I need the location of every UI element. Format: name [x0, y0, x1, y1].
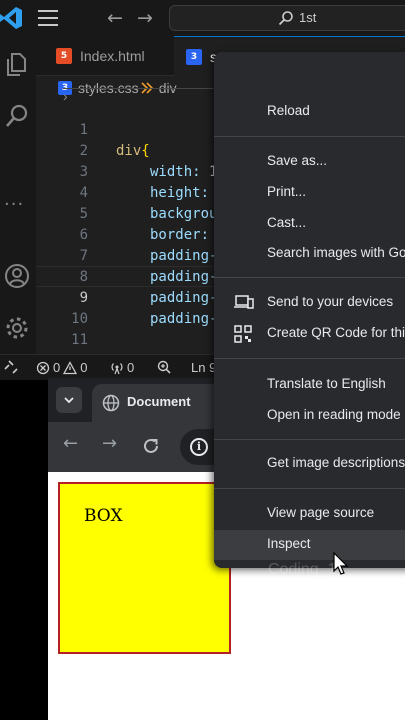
title-bar: ← → 1st [0, 0, 405, 36]
menu-divider [214, 136, 405, 137]
ports-indicator[interactable]: 0 [110, 360, 134, 375]
activity-bar: ··· [0, 36, 36, 354]
menu-item-inspect[interactable]: Inspect [214, 530, 405, 560]
menu-item-label: Inspect [267, 536, 311, 551]
tab-label: Index.html [80, 48, 145, 64]
command-center-search[interactable]: 1st [169, 5, 405, 31]
search-text: 1st [299, 10, 317, 25]
mouse-cursor-icon [333, 552, 349, 575]
back-arrow-icon[interactable]: ← [63, 433, 78, 454]
html5-file-icon: 5 [56, 48, 72, 64]
menu-item-create-qr[interactable]: Create QR Code for this [214, 319, 405, 349]
browser-tab-title: Document [127, 394, 191, 409]
forward-arrow-icon[interactable]: → [102, 433, 117, 454]
breadcrumb: 3 styles.css › div [58, 78, 263, 104]
menu-item-label: View page source [267, 505, 375, 520]
menu-icon[interactable] [38, 10, 58, 26]
menu-item-label: Translate to English [267, 376, 386, 391]
search-icon [278, 11, 293, 26]
menu-divider [214, 488, 405, 489]
menu-item-search-images[interactable]: Search images with Goo [214, 239, 405, 269]
menu-divider [214, 358, 405, 359]
menu-item-label: Print... [267, 184, 307, 199]
warning-count: 0 [80, 360, 88, 375]
menu-divider [214, 277, 405, 278]
zoom-icon[interactable] [157, 360, 171, 374]
menu-item-label: Send to your devices [267, 294, 394, 309]
menu-item-label: Reload [267, 103, 310, 118]
context-menu: Reload Save as... Print... Cast... Searc… [214, 52, 405, 568]
menu-item-reload[interactable]: Reload [214, 97, 405, 127]
css3-file-icon: 3 [186, 48, 202, 65]
problems-indicator[interactable]: 0 0 [36, 360, 87, 375]
yellow-box[interactable]: BOX [58, 482, 231, 654]
tab-search-chevron-icon[interactable] [56, 387, 82, 413]
menu-item-label: Get image descriptions [267, 455, 405, 470]
remote-icon[interactable] [4, 360, 18, 374]
devices-icon [234, 295, 254, 309]
menu-item-label: Create QR Code for this [267, 325, 405, 340]
broadcast-icon [111, 362, 123, 374]
menu-item-label: Open in reading mode [267, 407, 401, 422]
qr-code-icon [234, 325, 252, 343]
menu-item-view-source[interactable]: View page source [214, 499, 405, 529]
menu-item-label: Cast... [267, 215, 307, 230]
error-icon [36, 361, 50, 374]
menu-item-cast[interactable]: Cast... [214, 209, 405, 239]
menu-divider [214, 439, 405, 440]
settings-gear-icon[interactable] [3, 314, 31, 342]
cursor-position[interactable]: Ln 9 [191, 360, 216, 375]
menu-item-translate[interactable]: Translate to English [214, 370, 405, 400]
menu-item-label: Search images with Goo [267, 245, 405, 260]
menu-item-label: Save as... [267, 153, 328, 168]
vscode-logo-icon [0, 7, 22, 29]
menu-item-image-descriptions[interactable]: Get image descriptions [214, 449, 405, 479]
back-arrow-icon[interactable]: ← [107, 7, 123, 29]
more-icon[interactable]: ··· [4, 194, 24, 215]
menu-item-save-as[interactable]: Save as... [214, 147, 405, 177]
menu-item-send-to-devices[interactable]: Send to your devices [214, 288, 405, 318]
reload-icon[interactable] [142, 437, 160, 455]
error-count: 0 [53, 360, 61, 375]
menu-item-reading-mode[interactable]: Open in reading mode [214, 401, 405, 431]
menu-item-print[interactable]: Print... [214, 178, 405, 208]
box-text: BOX [84, 506, 123, 526]
account-icon[interactable] [3, 262, 31, 290]
warning-icon [63, 360, 78, 374]
site-info-icon[interactable]: i [190, 438, 208, 456]
forward-arrow-icon[interactable]: → [137, 7, 153, 29]
tab-index-html[interactable]: 5 Index.html [36, 36, 170, 76]
explorer-files-icon[interactable] [3, 50, 31, 78]
search-icon[interactable] [3, 102, 31, 130]
ports-count: 0 [127, 360, 135, 375]
globe-icon [102, 394, 120, 412]
